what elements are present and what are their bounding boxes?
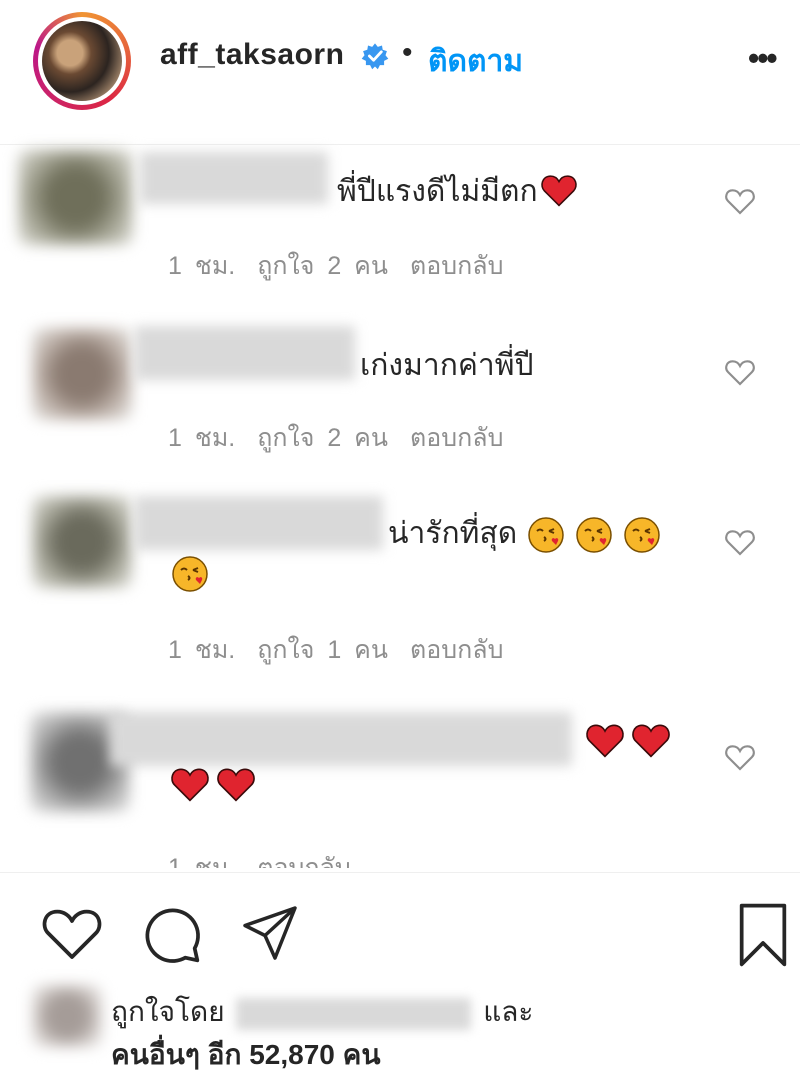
comment-text-line2 xyxy=(170,766,256,802)
reply-button[interactable]: ตอบกลับ xyxy=(410,424,503,452)
reply-button[interactable]: ตอบกลับ xyxy=(410,252,503,280)
heart-emoji xyxy=(217,768,255,802)
more-options-button[interactable]: ••• xyxy=(748,40,778,77)
comment-meta: 1 ชม. ถูกใจ 1 คน ตอบกลับ xyxy=(168,630,525,670)
likes-count[interactable]: คนอื่นๆ อีก 52,870 คน xyxy=(111,1033,381,1077)
commenter-avatar[interactable] xyxy=(32,328,132,420)
heart-emoji xyxy=(171,768,209,802)
commenter-username[interactable] xyxy=(135,496,383,550)
heart-emoji xyxy=(586,724,624,758)
commenter-avatar[interactable] xyxy=(18,150,133,245)
kiss-emoji xyxy=(624,517,660,553)
commenter-avatar[interactable] xyxy=(32,496,132,588)
username[interactable]: aff_taksaorn xyxy=(160,38,344,72)
reply-button[interactable]: ตอบกลับ xyxy=(410,636,503,664)
liked-by-line: ถูกใจโดย และ xyxy=(111,990,533,1034)
comment-likes-count[interactable]: ถูกใจ 1 คน xyxy=(257,636,388,664)
follow-button[interactable]: ติดตาม xyxy=(428,38,523,85)
comment-text: พี่ปีแรงดีไม่มีตก xyxy=(337,168,578,215)
comment-time: 1 ชม. xyxy=(168,424,236,452)
share-icon[interactable] xyxy=(240,903,300,963)
comment-time: 1 ชม. xyxy=(168,636,236,664)
separator-dot: • xyxy=(402,36,413,69)
comment-like-icon[interactable] xyxy=(724,186,756,216)
commenter-username[interactable] xyxy=(140,152,328,204)
comment-likes-count[interactable]: ถูกใจ 2 คน xyxy=(257,252,388,280)
heart-emoji xyxy=(540,175,577,207)
liked-by-suffix: และ xyxy=(483,996,534,1027)
kiss-emoji xyxy=(527,517,564,553)
commenter-username[interactable] xyxy=(135,326,355,380)
liked-by-prefix: ถูกใจโดย xyxy=(111,996,225,1027)
commenter-username[interactable] xyxy=(110,712,572,766)
liked-by-user[interactable] xyxy=(236,997,472,1030)
comment-meta: 1 ชม. ถูกใจ 2 คน ตอบกลับ xyxy=(168,418,525,458)
comment-meta: 1 ชม. ตอบกลับ xyxy=(168,848,373,868)
comment-time: 1 ชม. xyxy=(168,854,236,868)
verified-badge-icon xyxy=(361,43,389,70)
kiss-emoji xyxy=(576,517,612,553)
comment-text xyxy=(585,722,671,758)
profile-avatar[interactable] xyxy=(33,12,131,110)
comment-text: เก่งมากค่าพี่ปี xyxy=(360,349,534,382)
reply-button[interactable]: ตอบกลับ xyxy=(257,854,350,868)
comment-like-icon[interactable] xyxy=(724,742,756,772)
comment-text: น่ารักที่สุด xyxy=(388,510,662,557)
comment-like-icon[interactable] xyxy=(724,527,756,557)
bookmark-icon[interactable] xyxy=(735,903,791,967)
kiss-emoji xyxy=(172,556,208,592)
liker-avatar[interactable] xyxy=(32,985,102,1047)
like-icon[interactable] xyxy=(40,903,104,963)
comment-time: 1 ชม. xyxy=(168,252,236,280)
heart-emoji xyxy=(632,724,670,758)
comment-icon[interactable] xyxy=(140,903,204,967)
comment-likes-count[interactable]: ถูกใจ 2 คน xyxy=(257,424,388,452)
comment-like-icon[interactable] xyxy=(724,357,756,387)
comment-meta: 1 ชม. ถูกใจ 2 คน ตอบกลับ xyxy=(168,246,525,286)
post-header: aff_taksaorn • ติดตาม ••• xyxy=(0,0,800,145)
